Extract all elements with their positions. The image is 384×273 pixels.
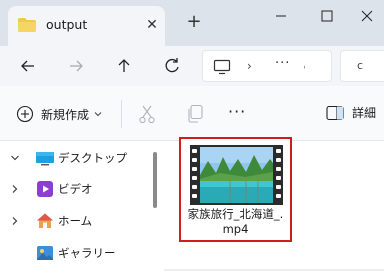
toolbar-divider	[121, 100, 122, 128]
search-input[interactable]: c	[340, 50, 384, 82]
maximize-icon[interactable]	[312, 4, 342, 28]
search-placeholder: c	[357, 59, 364, 72]
details-pane-icon	[326, 105, 344, 120]
chevron-right-icon[interactable]	[10, 216, 20, 226]
back-arrow-icon[interactable]	[16, 54, 40, 78]
new-button[interactable]: 新規作成	[16, 102, 102, 126]
file-explorer-window: output ✕ + › ··· ˌ c 新規作成 ··· 詳細 デスクトップ …	[0, 0, 384, 273]
refresh-icon[interactable]	[160, 54, 184, 78]
home-icon	[37, 213, 53, 228]
file-item-video[interactable]: 家族旅行_北海道_.mp4	[179, 137, 292, 242]
sidebar-item-label: デスクトップ	[58, 151, 127, 165]
title-bar: output ✕ +	[0, 0, 384, 46]
video-icon	[37, 181, 53, 197]
horizontal-scrollbar[interactable]	[164, 268, 384, 272]
computer-icon	[213, 59, 231, 75]
more-options-button[interactable]: ···	[228, 102, 246, 121]
command-bar: 新規作成 ··· 詳細	[0, 86, 384, 141]
breadcrumb-overflow-button[interactable]: ···	[275, 56, 290, 71]
new-tab-button[interactable]: +	[184, 12, 204, 32]
sidebar-item-label: ホーム	[58, 214, 93, 228]
navigation-bar: › ··· ˌ c	[0, 46, 384, 86]
folder-icon	[18, 18, 36, 32]
navigation-pane-scrollbar[interactable]	[153, 152, 157, 208]
forward-arrow-icon[interactable]	[64, 54, 88, 78]
plus-circle-icon	[16, 105, 34, 123]
minimize-icon[interactable]	[266, 4, 296, 28]
chevron-down-icon[interactable]	[10, 153, 20, 163]
sidebar-item-gallery[interactable]: ギャラリー	[0, 238, 150, 268]
sidebar-item-home[interactable]: ホーム	[0, 206, 150, 236]
up-arrow-icon[interactable]	[112, 54, 136, 78]
details-label: 詳細	[352, 106, 377, 120]
sidebar-item-label: ギャラリー	[58, 246, 116, 260]
video-thumbnail	[190, 145, 283, 205]
tab-title: output	[46, 17, 88, 32]
copy-icon[interactable]	[186, 104, 204, 124]
chevron-right-icon[interactable]	[10, 184, 20, 194]
breadcrumb-chevron-icon[interactable]: ›	[247, 59, 252, 73]
navigation-pane: デスクトップ ビデオ ホーム ギャラリー	[0, 141, 150, 273]
address-bar[interactable]: › ··· ˌ	[202, 50, 332, 82]
address-dropdown-icon[interactable]: ˌ	[303, 59, 306, 70]
tab-output[interactable]: output ✕	[8, 6, 165, 46]
sidebar-item-label: ビデオ	[58, 182, 93, 196]
sidebar-item-videos[interactable]: ビデオ	[0, 174, 150, 204]
details-button[interactable]: 詳細	[326, 104, 376, 121]
file-name: 家族旅行_北海道_.mp4	[187, 207, 284, 236]
chevron-down-icon	[94, 112, 102, 117]
desktop-icon	[36, 152, 54, 166]
cut-icon[interactable]	[138, 104, 156, 124]
sidebar-item-desktop[interactable]: デスクトップ	[0, 143, 150, 173]
close-tab-icon[interactable]: ✕	[144, 17, 160, 33]
new-button-label: 新規作成	[41, 107, 90, 122]
gallery-icon	[37, 246, 53, 260]
close-window-icon[interactable]	[352, 4, 382, 28]
